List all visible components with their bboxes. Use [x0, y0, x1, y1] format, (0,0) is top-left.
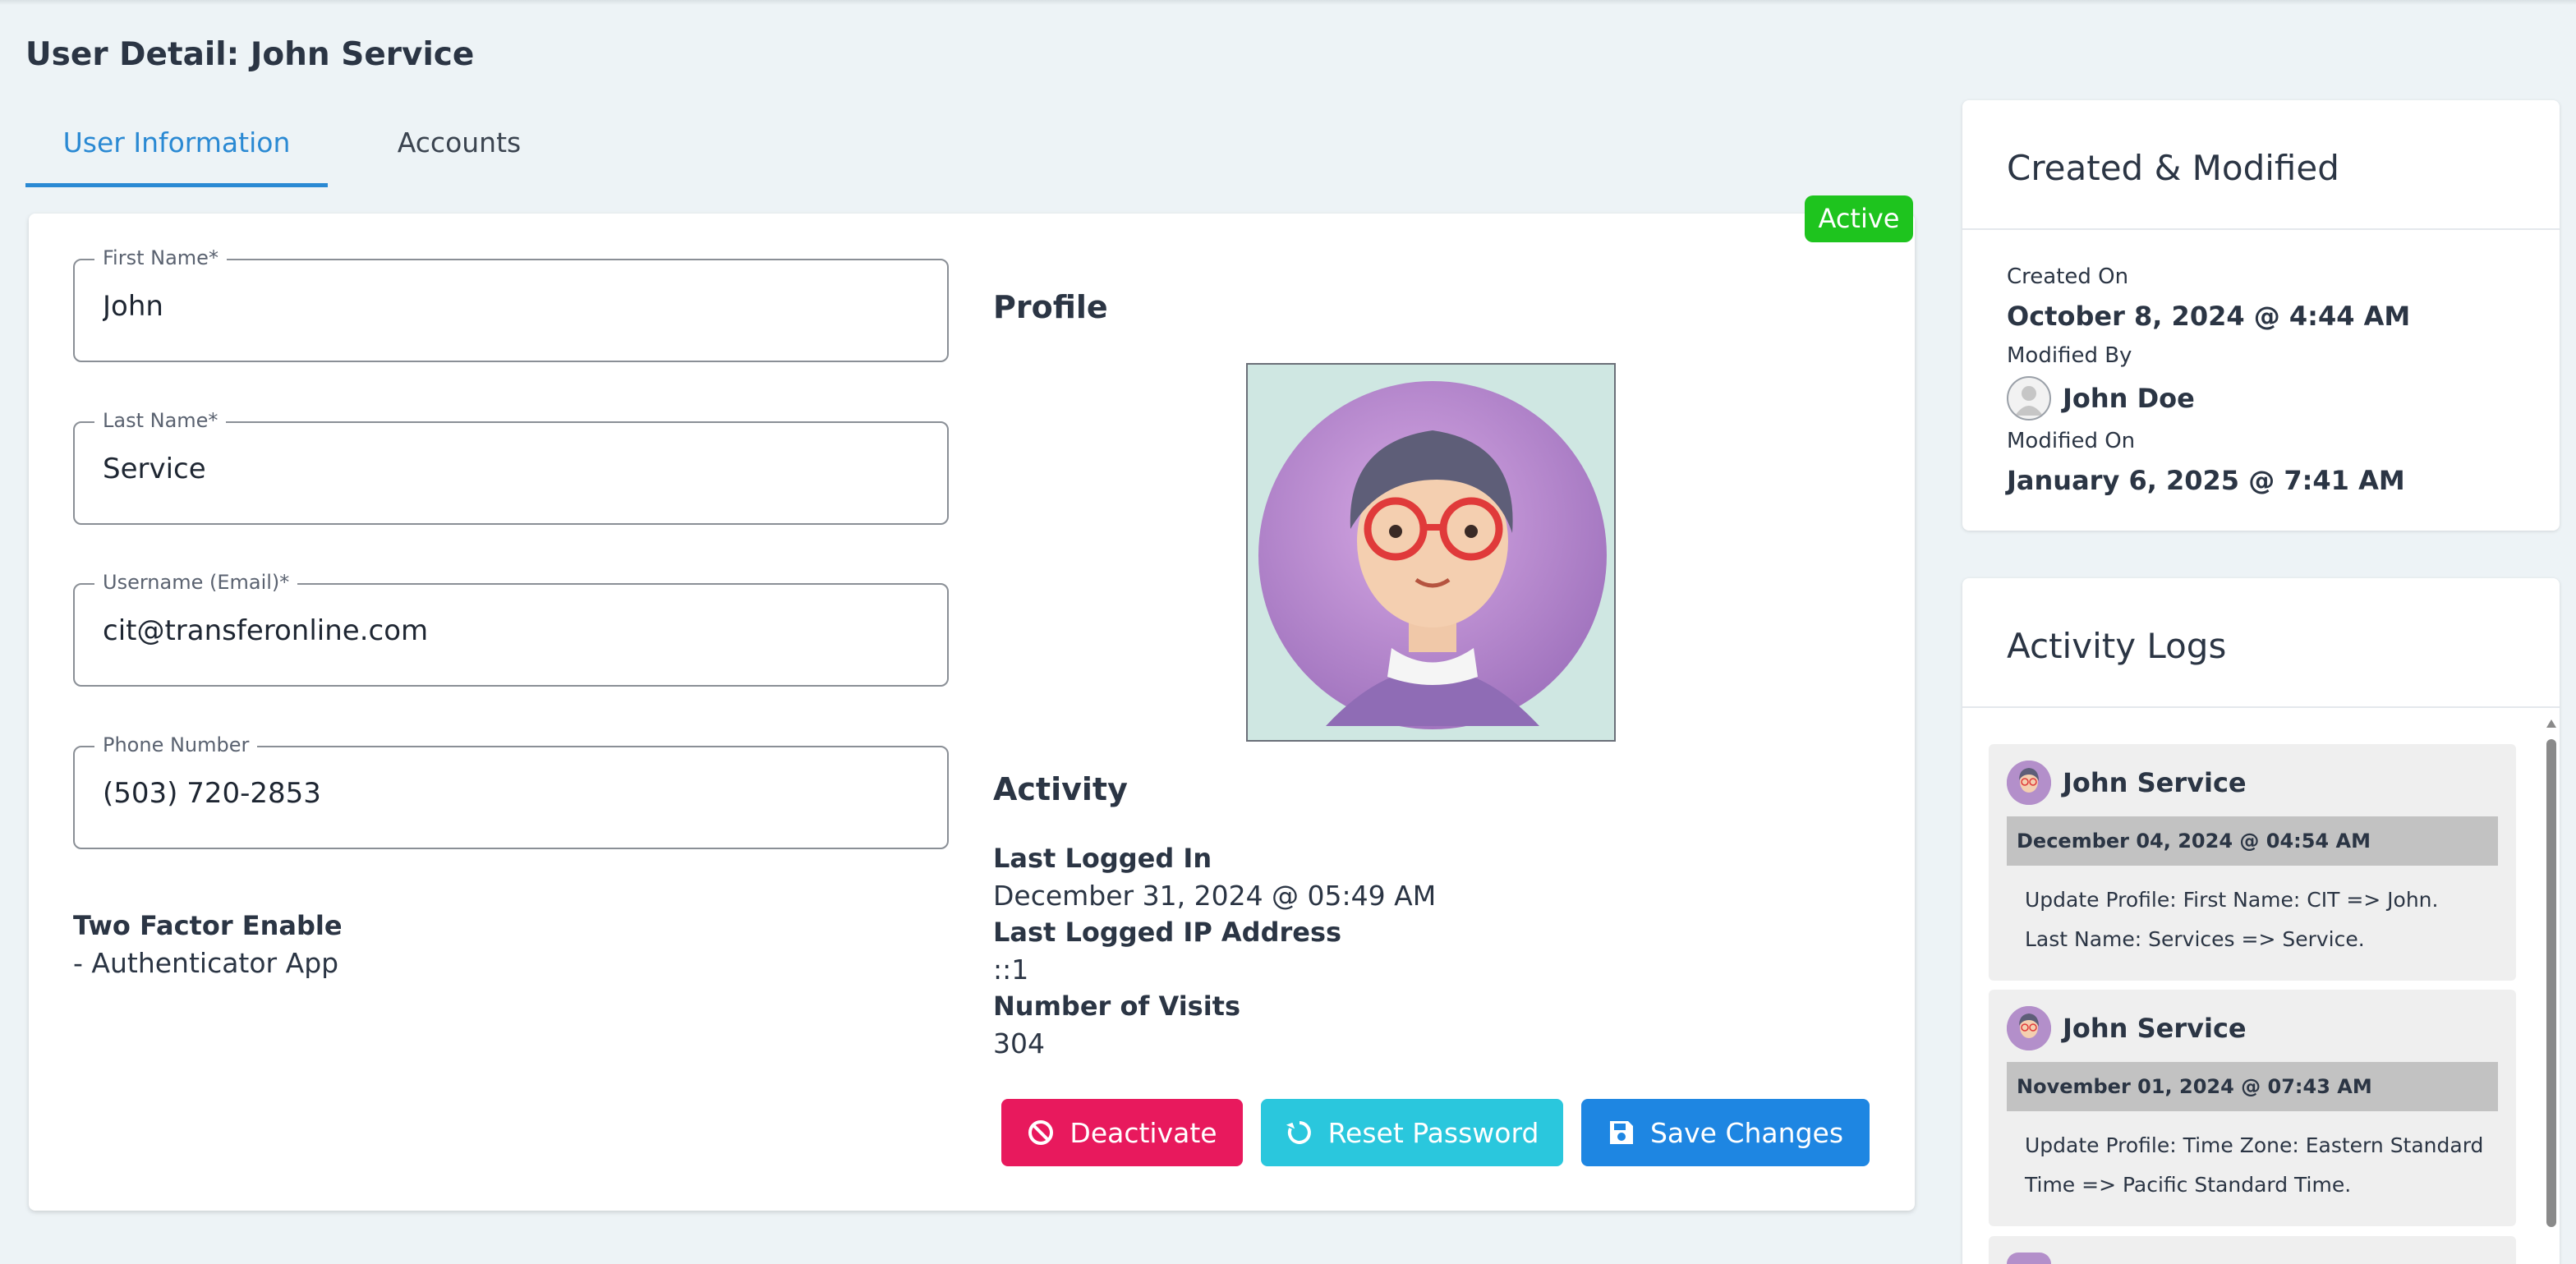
floppy-disk-icon	[1609, 1121, 1633, 1144]
scroll-up-arrow-icon[interactable]	[2546, 719, 2556, 728]
last-logged-in-label: Last Logged In	[993, 843, 1212, 874]
phone-label: Phone Number	[94, 733, 258, 756]
deactivate-label: Deactivate	[1070, 1116, 1217, 1149]
last-name-label: Last Name*	[94, 409, 227, 432]
top-shadow	[0, 0, 2576, 5]
save-changes-button[interactable]: Save Changes	[1581, 1099, 1870, 1166]
log-date: December 04, 2024 @ 04:54 AM	[2007, 816, 2498, 866]
divider	[1962, 228, 2560, 230]
save-changes-label: Save Changes	[1649, 1116, 1844, 1149]
avatar-icon	[2007, 761, 2051, 805]
username-field[interactable]: Username (Email)*	[73, 571, 949, 687]
log-date: November 01, 2024 @ 07:43 AM	[2007, 1062, 2498, 1111]
last-ip-label: Last Logged IP Address	[993, 917, 1342, 948]
created-on-label: Created On	[2007, 264, 2129, 289]
divider	[1962, 706, 2560, 708]
ban-icon	[1028, 1120, 1054, 1145]
last-name-field[interactable]: Last Name*	[73, 409, 949, 525]
username-input[interactable]	[103, 614, 908, 647]
avatar-illustration	[1248, 365, 1614, 740]
username-label: Username (Email)*	[94, 571, 298, 594]
reset-password-label: Reset Password	[1327, 1116, 1539, 1149]
log-user-avatar	[2007, 1253, 2051, 1264]
user-placeholder-icon	[2015, 386, 2043, 416]
phone-field[interactable]: Phone Number	[73, 733, 949, 849]
log-text: Update Profile: Time Zone: Eastern Stand…	[2025, 1133, 2484, 1197]
visits-value: 304	[993, 1027, 1045, 1059]
status-badge: Active	[1805, 195, 1913, 242]
tab-user-information[interactable]: User Information	[25, 115, 328, 187]
log-user-name: John Service	[2063, 767, 2247, 798]
two-factor-value: - Authenticator App	[73, 947, 339, 979]
tab-accounts[interactable]: Accounts	[352, 115, 566, 187]
scroll-thumb[interactable]	[2546, 739, 2556, 1227]
log-item: John Service November 01, 2024 @ 07:43 A…	[1989, 990, 2516, 1226]
phone-input[interactable]	[103, 777, 908, 810]
profile-avatar[interactable]	[1246, 363, 1616, 742]
log-item: John Service December 04, 2024 @ 04:54 A…	[1989, 744, 2516, 981]
created-modified-card: Created & Modified Created On October 8,…	[1962, 100, 2560, 531]
profile-heading: Profile	[993, 289, 1108, 325]
modified-by-avatar	[2007, 376, 2051, 421]
two-factor-title: Two Factor Enable	[73, 910, 343, 941]
modified-on-label: Modified On	[2007, 429, 2136, 453]
refresh-icon	[1286, 1121, 1311, 1144]
modified-by-label: Modified By	[2007, 343, 2132, 368]
first-name-label: First Name*	[94, 246, 227, 269]
page-title: User Detail: John Service	[25, 36, 475, 73]
log-user-name: John Service	[2063, 1013, 2247, 1044]
visits-label: Number of Visits	[993, 991, 1241, 1022]
log-text: Update Profile: First Name: CIT => John.…	[2025, 888, 2439, 951]
created-modified-title: Created & Modified	[2007, 148, 2339, 188]
modified-on-value: January 6, 2025 @ 7:41 AM	[2007, 465, 2405, 496]
modified-by-value: John Doe	[2063, 383, 2195, 414]
log-user-avatar	[2007, 1006, 2051, 1050]
avatar-icon	[2007, 1006, 2051, 1050]
log-user-avatar	[2007, 761, 2051, 805]
reset-password-button[interactable]: Reset Password	[1261, 1099, 1563, 1166]
user-info-card	[29, 214, 1915, 1211]
last-ip-value: ::1	[993, 954, 1029, 986]
tab-bar: User Information Accounts	[25, 115, 1915, 189]
created-on-value: October 8, 2024 @ 4:44 AM	[2007, 301, 2411, 332]
deactivate-button[interactable]: Deactivate	[1001, 1099, 1243, 1166]
activity-heading: Activity	[993, 771, 1128, 807]
last-logged-in-value: December 31, 2024 @ 05:49 AM	[993, 880, 1437, 912]
last-name-input[interactable]	[103, 453, 908, 485]
first-name-input[interactable]	[103, 290, 908, 323]
first-name-field[interactable]: First Name*	[73, 246, 949, 362]
log-item	[1989, 1236, 2516, 1264]
activity-logs-title: Activity Logs	[2007, 626, 2227, 666]
activity-logs-scrollbar[interactable]	[2545, 719, 2558, 1264]
